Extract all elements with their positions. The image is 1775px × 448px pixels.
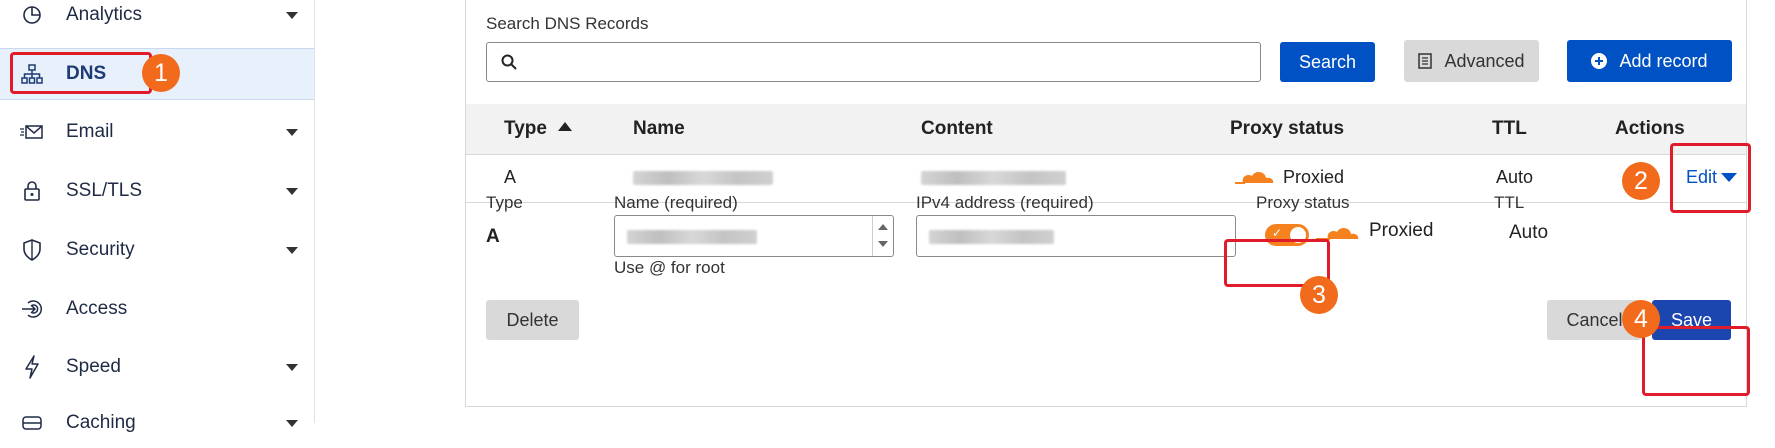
sort-ascending-icon bbox=[558, 122, 573, 131]
chevron-down-icon bbox=[286, 363, 298, 371]
search-button[interactable]: Search bbox=[1280, 42, 1375, 82]
chevron-down-icon bbox=[286, 11, 298, 19]
advanced-button[interactable]: Advanced bbox=[1404, 40, 1539, 82]
lock-icon bbox=[20, 179, 44, 203]
ipv4-field[interactable] bbox=[916, 215, 1236, 257]
sidebar-item-ssl-tls[interactable]: SSL/TLS bbox=[0, 166, 314, 216]
add-record-button[interactable]: Add record bbox=[1567, 40, 1732, 82]
name-hint: Use @ for root bbox=[614, 258, 725, 277]
sidebar-item-label: SSL/TLS bbox=[66, 180, 143, 201]
column-header-actions: Actions bbox=[1615, 118, 1685, 139]
record-ttl: Auto bbox=[1496, 167, 1534, 187]
highlight-box bbox=[10, 52, 152, 94]
sidebar-item-label: Email bbox=[66, 121, 114, 142]
advanced-label: Advanced bbox=[1444, 50, 1525, 71]
step-badge: 2 bbox=[1622, 162, 1660, 200]
caching-icon bbox=[20, 411, 44, 435]
chevron-down-icon bbox=[286, 128, 298, 136]
delete-button[interactable]: Delete bbox=[486, 300, 579, 340]
highlight-box bbox=[1670, 143, 1751, 213]
chevron-down-icon bbox=[286, 187, 298, 195]
check-icon: ✓ bbox=[1272, 226, 1283, 240]
column-header-ttl[interactable]: TTL bbox=[1492, 118, 1527, 140]
shield-icon bbox=[20, 238, 44, 262]
column-header-label: Type bbox=[504, 118, 547, 139]
name-field-spinner[interactable] bbox=[872, 216, 893, 256]
name-field-value-redacted bbox=[627, 230, 757, 244]
dns-records-panel: Search DNS Records Search Advanced Add r… bbox=[465, 0, 1747, 407]
type-value: A bbox=[486, 226, 500, 247]
column-header-content[interactable]: Content bbox=[921, 118, 993, 140]
step-badge: 1 bbox=[142, 54, 180, 92]
column-header-proxy-status[interactable]: Proxy status bbox=[1230, 118, 1344, 140]
ttl-value[interactable]: Auto bbox=[1509, 222, 1548, 244]
record-name-redacted bbox=[633, 171, 773, 185]
search-input[interactable] bbox=[486, 42, 1261, 82]
search-icon bbox=[501, 54, 517, 75]
record-content-redacted bbox=[921, 171, 1066, 185]
record-proxy-status: Proxied bbox=[1283, 167, 1345, 187]
sidebar-item-security[interactable]: Security bbox=[0, 225, 314, 275]
spinner-down-icon[interactable] bbox=[878, 241, 888, 247]
type-label: Type bbox=[486, 193, 523, 212]
step-badge: 3 bbox=[1300, 276, 1338, 314]
sidebar-item-caching[interactable]: Caching bbox=[0, 398, 314, 448]
access-icon bbox=[20, 297, 44, 321]
lightning-icon bbox=[20, 355, 44, 379]
sidebar-item-label: Analytics bbox=[66, 4, 143, 25]
pie-chart-icon bbox=[20, 3, 44, 27]
ttl-label: TTL bbox=[1494, 193, 1525, 212]
sidebar-item-label: Speed bbox=[66, 356, 121, 377]
search-label: Search DNS Records bbox=[486, 14, 649, 33]
chevron-down-icon bbox=[286, 419, 298, 427]
ipv4-field-value-redacted bbox=[929, 230, 1054, 244]
name-field[interactable] bbox=[614, 215, 894, 257]
column-header-type[interactable]: Type bbox=[504, 118, 573, 140]
spinner-up-icon[interactable] bbox=[878, 224, 888, 230]
sidebar-item-email[interactable]: Email bbox=[0, 107, 314, 157]
document-icon bbox=[1418, 53, 1433, 69]
name-label: Name (required) bbox=[614, 193, 738, 212]
sidebar-item-analytics[interactable]: Analytics bbox=[0, 0, 314, 40]
highlight-box bbox=[1642, 326, 1750, 396]
column-header-name[interactable]: Name bbox=[633, 118, 685, 140]
sidebar-item-speed[interactable]: Speed bbox=[0, 342, 314, 392]
plus-circle-icon bbox=[1591, 53, 1608, 69]
step-badge: 4 bbox=[1622, 300, 1660, 338]
proxy-status-label: Proxy status bbox=[1256, 193, 1350, 212]
email-icon bbox=[20, 120, 44, 144]
table-header: Type Name Content Proxy status TTL Actio… bbox=[466, 104, 1746, 155]
sidebar-item-label: Access bbox=[66, 298, 128, 319]
sidebar-item-label: Security bbox=[66, 239, 135, 260]
chevron-down-icon bbox=[286, 246, 298, 254]
sidebar-item-label: Caching bbox=[66, 412, 136, 433]
sidebar-item-access[interactable]: Access bbox=[0, 284, 314, 334]
add-record-label: Add record bbox=[1619, 50, 1708, 71]
record-type: A bbox=[504, 167, 517, 187]
ipv4-label: IPv4 address (required) bbox=[916, 193, 1094, 212]
proxy-status-value: Proxied bbox=[1369, 220, 1434, 241]
orange-cloud-icon bbox=[1233, 167, 1277, 194]
